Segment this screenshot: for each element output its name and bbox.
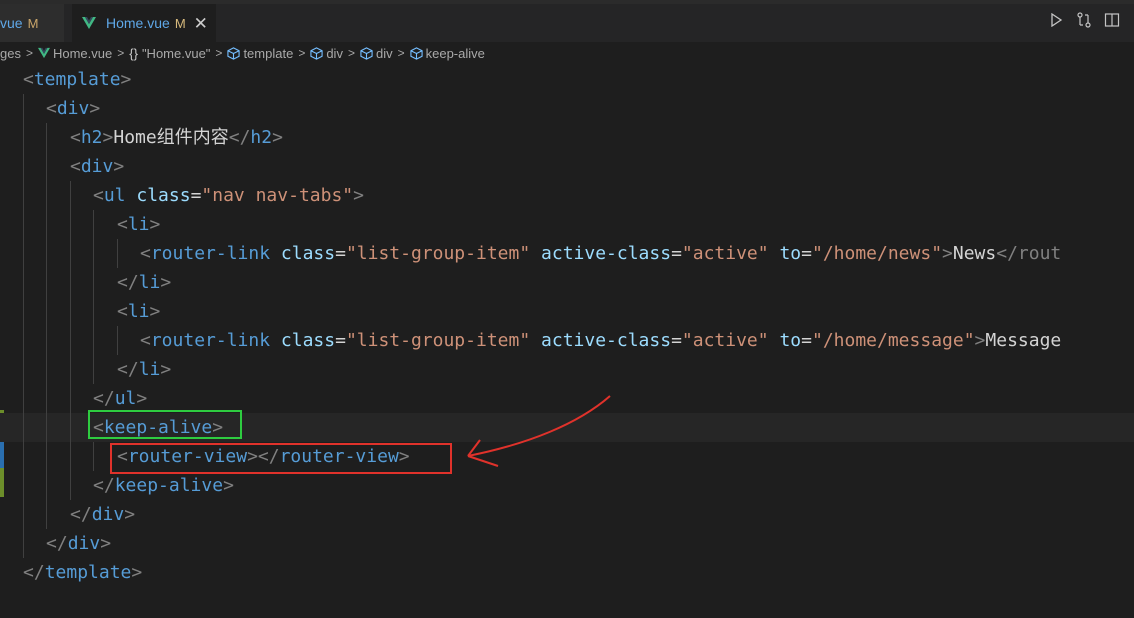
chevron-right-icon: > [117, 46, 125, 60]
chevron-right-icon: > [298, 46, 306, 60]
play-icon[interactable] [1048, 12, 1064, 28]
code-attribute: class [136, 185, 191, 206]
code-tag: keep-alive [114, 475, 224, 496]
code-tag: template [33, 69, 121, 90]
chevron-right-icon: > [215, 46, 223, 60]
breadcrumb: ges > Home.vue > {} "Home.vue" > templat… [0, 42, 1134, 64]
code-line: </template> [23, 562, 143, 583]
breadcrumb-label: keep-alive [425, 45, 485, 61]
code-tag: li [138, 272, 161, 293]
editor-tab-bar: vue M Home.vue M ✕ [0, 4, 1134, 42]
code-line: </li> [0, 268, 1134, 297]
code-string: "nav nav-tabs" [201, 185, 354, 206]
code-string: "list-group-item" [345, 330, 531, 351]
code-string: "/home/message" [811, 330, 975, 351]
chevron-right-icon: > [397, 46, 405, 60]
element-cube-icon [360, 46, 373, 60]
breadcrumb-keep-alive[interactable]: keep-alive [409, 45, 485, 61]
code-tag: div [80, 156, 114, 177]
code-line: <li> [0, 297, 1134, 326]
code-line: <router-link class="list-group-item" act… [0, 326, 1134, 355]
breadcrumb-block-label: "Home.vue" [141, 45, 211, 61]
element-cube-icon [227, 46, 241, 60]
code-tag: router-link [150, 243, 271, 264]
breadcrumb-file[interactable]: Home.vue [37, 45, 113, 61]
breadcrumb-div-2[interactable]: div [360, 46, 393, 61]
close-icon[interactable]: ✕ [194, 15, 208, 32]
code-line: </div> [0, 529, 1134, 558]
modified-badge: M [27, 15, 39, 31]
code-tag-truncated: </rout [996, 243, 1062, 264]
annotation-arrow [467, 395, 611, 467]
modified-badge: M [174, 15, 186, 31]
chevron-right-icon: > [347, 46, 355, 60]
code-tag: div [56, 98, 90, 119]
breadcrumb-file-label: Home.vue [52, 45, 113, 61]
code-attribute: to [779, 243, 802, 264]
code-line: </div> [0, 500, 1134, 529]
code-line: <li> [0, 210, 1134, 239]
code-tag: ul [114, 388, 137, 409]
code-editor[interactable]: <template> <div> <h2>Home组件内容</h2> <div>… [0, 64, 1134, 618]
editor-actions [1048, 12, 1120, 28]
split-editor-icon[interactable] [1104, 12, 1120, 28]
code-tag: ul [103, 185, 126, 206]
code-tag: router-link [150, 330, 271, 351]
code-tag: li [127, 214, 150, 235]
breadcrumb-label: div [326, 45, 343, 61]
code-line: <h2>Home组件内容</h2> [0, 123, 1134, 152]
code-tag: li [127, 301, 150, 322]
breadcrumb-folder[interactable]: ges [0, 46, 21, 61]
vue-logo-icon [37, 47, 50, 59]
code-tag: template [44, 562, 132, 583]
breadcrumb-label: template [243, 45, 294, 61]
vue-logo-icon [82, 16, 96, 30]
code-text: Message [985, 330, 1062, 351]
braces-icon: {} [129, 45, 138, 61]
code-attribute: active-class [541, 330, 672, 351]
tab-previous-file[interactable]: vue M [0, 4, 64, 42]
code-string: "active" [681, 243, 769, 264]
code-tag: div [91, 504, 125, 525]
code-line: <ul class="nav nav-tabs"> [0, 181, 1134, 210]
code-string: "list-group-item" [345, 243, 531, 264]
code-line: <router-link class="list-group-item" act… [0, 239, 1134, 268]
code-line: </li> [0, 355, 1134, 384]
code-line: <div> [0, 94, 1134, 123]
code-attribute: class [280, 330, 336, 351]
code-attribute: to [779, 330, 802, 351]
code-text: News [952, 243, 997, 264]
breadcrumb-label: div [375, 45, 393, 61]
highlight-box-keep-alive [88, 410, 242, 439]
breadcrumb-block[interactable]: {} "Home.vue" [129, 46, 210, 61]
code-line: <template> [23, 69, 132, 90]
code-attribute: class [280, 243, 336, 264]
code-string: "active" [681, 330, 769, 351]
code-tag: li [138, 359, 161, 380]
code-text: Home组件内容 [113, 127, 229, 148]
tab-name: Home.vue [106, 15, 170, 31]
element-cube-icon [409, 46, 423, 60]
code-line: <div> [0, 152, 1134, 181]
element-cube-icon [310, 46, 323, 60]
highlight-box-router-view [110, 443, 452, 474]
tab-name: vue [0, 15, 23, 31]
code-string: "/home/news" [811, 243, 943, 264]
code-tag: h2 [80, 127, 103, 148]
chevron-right-icon: > [25, 46, 33, 60]
code-tag: h2 [250, 127, 273, 148]
compare-changes-icon[interactable] [1076, 12, 1092, 28]
code-tag: div [67, 533, 101, 554]
breadcrumb-div-1[interactable]: div [310, 46, 343, 61]
breadcrumb-template[interactable]: template [227, 46, 293, 61]
tab-home-vue[interactable]: Home.vue M ✕ [72, 4, 216, 42]
code-attribute: active-class [541, 243, 672, 264]
